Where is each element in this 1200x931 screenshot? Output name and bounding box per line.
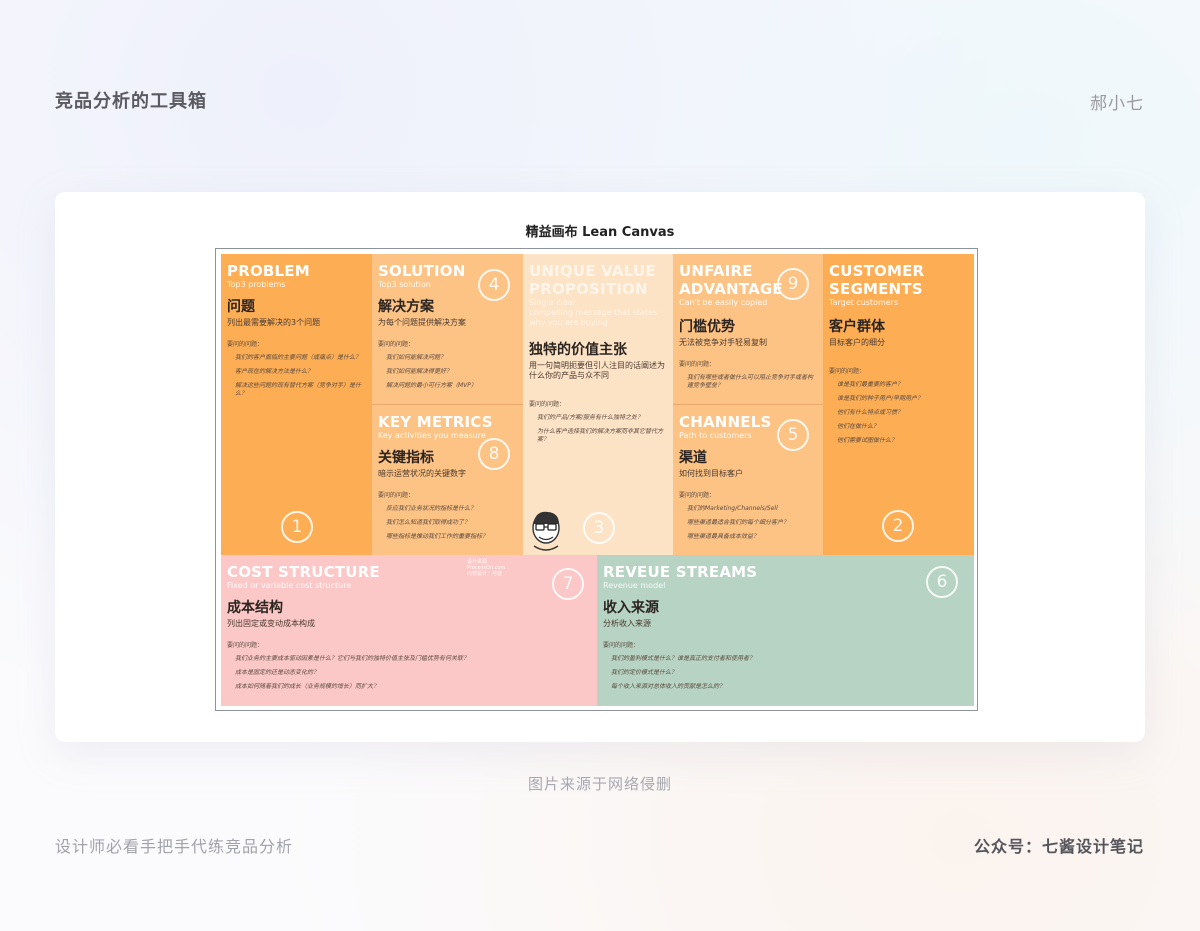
uvp-subtitle: compelling message that states	[529, 308, 658, 317]
cost-title-en: COST STRUCTURE	[227, 563, 380, 581]
advantage-number-badge: 9	[777, 268, 809, 300]
uvp-number-badge: 3	[583, 512, 615, 544]
problem-questions-label: 要问的问题：	[227, 341, 264, 348]
cost-number-badge: 7	[552, 568, 584, 600]
solution-question: 解决问题的最小可行方案（MVP）	[386, 382, 477, 389]
revenue-desc: 分析收入来源	[603, 619, 651, 628]
cost-questions-label: 要问的问题：	[227, 642, 264, 649]
cost-desc: 列出固定或变动成本构成	[227, 619, 315, 628]
uvp-question: 为什么客户选择我们的解决方案而非其它替代方案？	[537, 428, 664, 443]
metrics-question: 我们怎么知道我们取得成功了？	[386, 519, 471, 526]
cartoon-avatar-icon	[532, 511, 560, 551]
revenue-title-cn: 收入来源	[603, 600, 659, 616]
segments-question: 谁是我们最重要的客户？	[837, 381, 904, 388]
segments-block: CUSTOMER SEGMENTS Target customers 客户群体 …	[823, 254, 974, 555]
revenue-question: 每个收入来源对总体收入的贡献是怎么的？	[611, 683, 726, 690]
lean-canvas-board: PROBLEM Top3 problems 问题 列出最需要解决的3个问题 要问…	[215, 248, 978, 711]
advantage-title-cn: 门槛优势	[679, 319, 735, 335]
solution-question: 我们如何能解决得更好？	[386, 368, 453, 375]
problem-question: 客户现在的解决方法是什么？	[235, 368, 314, 375]
problem-question: 我们的客户面临的主要问题（或痛点）是什么？	[235, 354, 362, 361]
channels-questions-label: 要问的问题：	[679, 492, 716, 499]
advantage-desc: 无法被竞争对手轻易复制	[679, 338, 767, 347]
channels-desc: 如何找到目标客户	[679, 469, 743, 478]
metrics-question: 反应我们业务状况的指标是什么？	[386, 505, 477, 512]
segments-questions-label: 要问的问题：	[829, 368, 866, 375]
advantage-question: 我们有哪些或者做什么可以阻止竞争对手或者构建竞争壁垒？	[687, 374, 814, 389]
problem-block: PROBLEM Top3 problems 问题 列出最需要解决的3个问题 要问…	[221, 254, 372, 555]
solution-questions-label: 要问的问题：	[378, 341, 415, 348]
revenue-number-badge: 6	[926, 566, 958, 598]
channels-block: CHANNELS Path to customers 渠道 如何找到目标客户 要…	[673, 404, 823, 555]
uvp-desc: 用一句简明扼要但引人注目的话阐述为什么你的产品与众不同	[529, 361, 665, 380]
problem-subtitle: Top3 problems	[227, 280, 286, 289]
processon-watermark: 设计来源 ProcessOn.com 内容设计：可道	[467, 559, 505, 577]
metrics-question: 哪些指标是推动我们工作的重要指标？	[386, 533, 489, 540]
metrics-block: KEY METRICS Key activities you measure 关…	[372, 404, 523, 555]
image-caption: 图片来源于网络侵删	[527, 775, 672, 793]
segments-subtitle: Target customers	[829, 298, 899, 307]
problem-title-cn: 问题	[227, 299, 255, 315]
solution-question: 我们如何能解决问题？	[386, 354, 447, 361]
segments-title-en: CUSTOMER	[829, 262, 925, 280]
advantage-block: UNFAIRE ADVANTAGE Can't be easily copied…	[673, 254, 823, 404]
uvp-subtitle: Single clear	[529, 298, 576, 307]
cost-block: COST STRUCTURE Fixed or variable cost st…	[221, 555, 597, 706]
channels-title-cn: 渠道	[679, 450, 707, 466]
revenue-question: 我们的盈利模式是什么？谁是真正的支付者和使用者？	[611, 655, 756, 662]
uvp-question: 我们的产品/方案/服务有什么独特之处？	[537, 414, 644, 421]
revenue-title-en: REVEUE STREAMS	[603, 563, 758, 581]
uvp-questions-label: 要问的问题：	[529, 401, 566, 408]
channels-number-badge: 5	[777, 419, 809, 451]
author-name: 郝小七	[1090, 94, 1144, 114]
advantage-questions-label: 要问的问题：	[679, 361, 716, 368]
segments-desc: 目标客户的细分	[829, 338, 885, 347]
segments-question: 他们在做什么？	[837, 423, 880, 430]
footer-account-name: 公众号：七酱设计笔记	[973, 837, 1144, 856]
revenue-subtitle: Revenue model	[603, 581, 666, 590]
channels-question: 我们的Marketing/Channels/Sell	[687, 505, 778, 512]
uvp-title-en: UNIQUE VALUE	[529, 262, 656, 280]
metrics-questions-label: 要问的问题：	[378, 492, 415, 499]
metrics-title-en: KEY METRICS	[378, 413, 493, 431]
revenue-question: 我们的定价模式是什么？	[611, 669, 678, 676]
segments-question: 谁是我们的种子用户/早期用户？	[837, 395, 924, 402]
cost-subtitle: Fixed or variable cost structure	[227, 581, 352, 590]
channels-question: 哪些渠道最具备成本效益？	[687, 533, 760, 540]
uvp-title-cn: 独特的价值主张	[529, 342, 627, 358]
solution-block: SOLUTION Top3 solution 解决方案 为每个问题提供解决方案 …	[372, 254, 523, 404]
revenue-block: REVEUE STREAMS Revenue model 收入来源 分析收入来源…	[597, 555, 974, 706]
metrics-number-badge: 8	[478, 438, 510, 470]
cost-question: 成本如何随着我们的成长（业务规模的增长）而扩大？	[235, 683, 380, 690]
solution-desc: 为每个问题提供解决方案	[378, 318, 466, 327]
problem-question: 解决这些问题的现有替代方案（竞争对手）是什么？	[235, 382, 362, 397]
uvp-subtitle: why you are buying	[529, 318, 608, 327]
channels-question: 哪些渠道最适合我们的每个细分客户？	[687, 519, 790, 526]
cost-question: 我们业务的主要成本驱动因素是什么？它们与我们的独特价值主张及门槛优势有何关联？	[235, 655, 470, 662]
page-title: 竞品分析的工具箱	[55, 91, 207, 112]
uvp-block: UNIQUE VALUE PROPOSITION Single clear co…	[523, 254, 673, 555]
segments-title-en: SEGMENTS	[829, 280, 923, 298]
segments-title-cn: 客户群体	[829, 319, 885, 335]
problem-number-badge: 1	[281, 511, 313, 543]
problem-desc: 列出最需要解决的3个问题	[227, 318, 321, 327]
watermark-line: 内容设计：可道	[467, 571, 503, 577]
cost-title-cn: 成本结构	[227, 600, 283, 616]
segments-question: 他们有什么特点或习惯？	[837, 409, 904, 416]
metrics-desc: 暗示运营状况的关键数字	[378, 469, 466, 478]
footer-series-title: 设计师必看手把手代练竞品分析	[55, 837, 294, 856]
cost-question: 成本是固定的还是动态变化的？	[235, 669, 320, 676]
canvas-title: 精益画布 Lean Canvas	[525, 225, 675, 240]
solution-number-badge: 4	[478, 269, 510, 301]
revenue-questions-label: 要问的问题：	[603, 642, 640, 649]
segments-question: 他们需要试图做什么？	[837, 437, 898, 444]
uvp-title-en: PROPOSITION	[529, 280, 648, 298]
problem-title-en: PROBLEM	[227, 262, 310, 280]
segments-number-badge: 2	[882, 510, 914, 542]
